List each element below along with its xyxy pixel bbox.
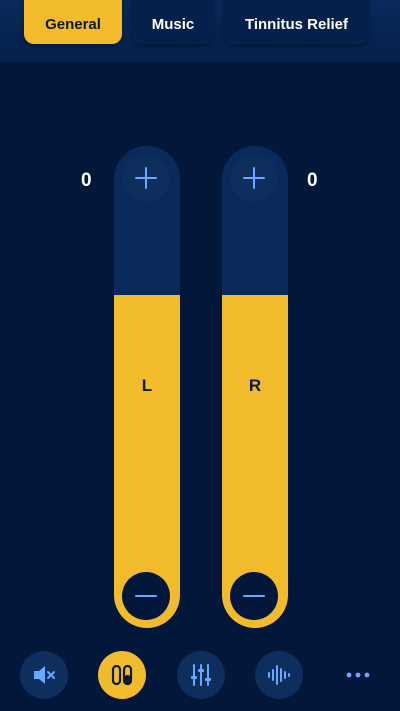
equalizer-button[interactable] [177, 651, 225, 699]
tab-tinnitus-relief[interactable]: Tinnitus Relief [224, 0, 369, 44]
equalizer-sliders-icon [191, 664, 211, 686]
plus-icon [243, 167, 265, 189]
right-volume-slider[interactable]: R [222, 146, 288, 628]
mute-button[interactable] [20, 651, 68, 699]
minus-icon [243, 595, 265, 597]
more-dots-icon [346, 672, 370, 678]
minus-icon [135, 595, 157, 597]
right-volume-down-button[interactable] [230, 572, 278, 620]
tab-general[interactable]: General [24, 0, 122, 44]
tab-tinnitus-relief-label: Tinnitus Relief [244, 16, 349, 33]
left-volume-down-button[interactable] [122, 572, 170, 620]
tab-music[interactable]: Music [132, 0, 214, 44]
left-channel-label: L [141, 376, 153, 395]
left-level-value: 0 [81, 170, 92, 191]
more-button[interactable] [334, 651, 382, 699]
bottom-nav-bar [0, 641, 400, 711]
left-volume-slider[interactable]: L [114, 146, 180, 628]
earbuds-icon [111, 664, 133, 686]
right-channel-label: R [248, 376, 262, 395]
right-level-value: 0 [307, 170, 318, 191]
sound-wave-button[interactable] [255, 651, 303, 699]
plus-icon [135, 167, 157, 189]
left-volume-up-button[interactable] [122, 154, 170, 202]
earbuds-button[interactable] [98, 651, 146, 699]
sound-wave-icon [268, 665, 290, 685]
speaker-mute-icon [34, 666, 55, 684]
tab-bar: General Music Tinnitus Relief [0, 0, 400, 62]
right-volume-up-button[interactable] [230, 154, 278, 202]
tab-music-label: Music [151, 16, 195, 33]
tab-general-label: General [45, 16, 101, 33]
